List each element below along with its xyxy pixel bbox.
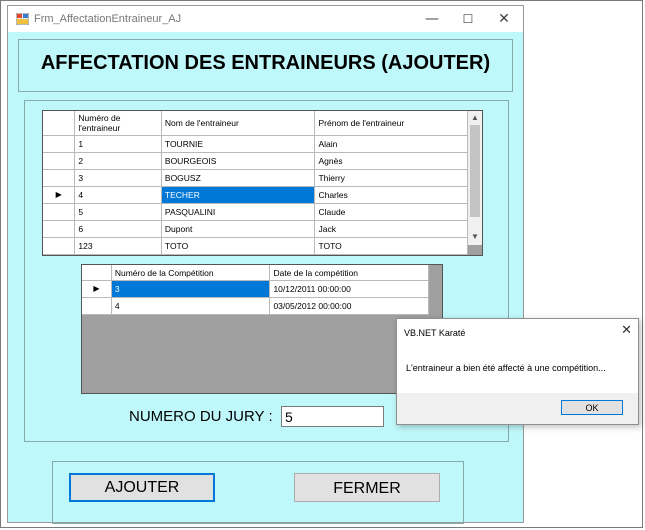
cell-numero-competition-selected[interactable]: 3 <box>111 280 271 298</box>
row-header[interactable] <box>43 203 76 221</box>
message-dialog: VB.NET Karaté ✕ L'entraineur a bien été … <box>396 318 639 425</box>
maximize-button[interactable]: ☐ <box>456 10 480 28</box>
jury-label: NUMERO DU JURY : <box>129 408 273 425</box>
minimize-button[interactable]: — <box>420 10 444 28</box>
column-header-numero-competition[interactable]: Numéro de la Compétition <box>111 265 271 281</box>
row-header[interactable] <box>43 152 76 170</box>
scroll-down-icon[interactable]: ▼ <box>468 231 482 243</box>
actions-group: AJOUTER FERMER <box>52 461 464 524</box>
dialog-close-icon[interactable]: ✕ <box>621 323 632 338</box>
header-panel: AFFECTATION DES ENTRAINEURS (AJOUTER) <box>18 39 513 92</box>
row-header-corner <box>82 265 112 281</box>
current-row-marker-icon[interactable]: ▶ <box>43 186 76 204</box>
row-header[interactable] <box>43 237 76 255</box>
cell-nom[interactable]: PASQUALINI <box>161 203 316 221</box>
table-row[interactable]: 123 TOTO TOTO <box>43 237 468 255</box>
dialog-message: L'entraineur a bien été affecté à une co… <box>406 363 606 373</box>
cell-nom[interactable]: BOURGEOIS <box>161 152 316 170</box>
trainers-vertical-scrollbar[interactable]: ▲ ▼ <box>468 111 482 245</box>
scroll-up-icon[interactable]: ▲ <box>468 112 482 124</box>
table-row[interactable]: 3 BOGUSZ Thierry <box>43 169 468 187</box>
trainers-header-row: Numéro de l'entraineur Nom de l'entraine… <box>43 111 468 136</box>
column-header-date-competition[interactable]: Date de la compétition <box>269 265 429 281</box>
cell-numero[interactable]: 123 <box>74 237 162 255</box>
row-header[interactable] <box>43 220 76 238</box>
window-title: Frm_AffectationEntraineur_AJ <box>34 13 182 25</box>
dialog-footer: OK <box>397 393 638 424</box>
table-row[interactable]: 6 Dupont Jack <box>43 220 468 238</box>
cell-prenom[interactable]: Alain <box>314 135 468 153</box>
screen-frame: Frm_AffectationEntraineur_AJ — ☐ ✕ AFFEC… <box>0 0 643 528</box>
cell-nom[interactable]: Dupont <box>161 220 316 238</box>
main-window: Frm_AffectationEntraineur_AJ — ☐ ✕ AFFEC… <box>7 5 524 524</box>
table-row[interactable]: 2 BOURGEOIS Agnès <box>43 152 468 170</box>
cell-numero[interactable]: 1 <box>74 135 162 153</box>
cell-nom[interactable]: TOURNIE <box>161 135 316 153</box>
page-title: AFFECTATION DES ENTRAINEURS (AJOUTER) <box>40 52 491 74</box>
cell-numero[interactable]: 3 <box>74 169 162 187</box>
row-header[interactable] <box>43 135 76 153</box>
cell-prenom[interactable]: Jack <box>314 220 468 238</box>
fermer-button[interactable]: FERMER <box>294 473 440 502</box>
table-row-selected[interactable]: ▶ 3 10/12/2011 00:00:00 <box>82 280 429 298</box>
competitions-grid[interactable]: Numéro de la Compétition Date de la comp… <box>81 264 443 394</box>
cell-prenom[interactable]: Agnès <box>314 152 468 170</box>
row-header[interactable] <box>43 169 76 187</box>
cell-prenom[interactable]: Thierry <box>314 169 468 187</box>
cell-numero[interactable]: 2 <box>74 152 162 170</box>
cell-numero-competition[interactable]: 4 <box>111 297 271 315</box>
scrollbar-thumb[interactable] <box>470 125 480 217</box>
trainers-grid[interactable]: Numéro de l'entraineur Nom de l'entraine… <box>42 110 483 256</box>
row-header[interactable] <box>82 297 112 315</box>
table-row[interactable]: 5 PASQUALINI Claude <box>43 203 468 221</box>
cell-date-competition[interactable]: 03/05/2012 00:00:00 <box>269 297 429 315</box>
competitions-header-row: Numéro de la Compétition Date de la comp… <box>82 265 429 281</box>
column-header-numero[interactable]: Numéro de l'entraineur <box>74 111 162 136</box>
current-row-marker-icon[interactable]: ▶ <box>82 280 112 298</box>
column-header-nom[interactable]: Nom de l'entraineur <box>161 111 316 136</box>
ok-button[interactable]: OK <box>561 400 623 415</box>
cell-prenom[interactable]: Claude <box>314 203 468 221</box>
table-row[interactable]: 1 TOURNIE Alain <box>43 135 468 153</box>
cell-nom-selected[interactable]: TECHER <box>161 186 316 204</box>
cell-nom[interactable]: TOTO <box>161 237 316 255</box>
cell-numero[interactable]: 4 <box>74 186 162 204</box>
table-row-selected[interactable]: ▶ 4 TECHER Charles <box>43 186 468 204</box>
cell-numero[interactable]: 5 <box>74 203 162 221</box>
app-icon <box>16 13 29 25</box>
dialog-title: VB.NET Karaté <box>404 328 466 338</box>
table-row[interactable]: 4 03/05/2012 00:00:00 <box>82 297 429 315</box>
row-header-corner <box>43 111 76 136</box>
column-header-prenom[interactable]: Prénom de l'entraineur <box>314 111 468 136</box>
cell-date-competition[interactable]: 10/12/2011 00:00:00 <box>269 280 429 298</box>
cell-prenom[interactable]: TOTO <box>314 237 468 255</box>
jury-number-input[interactable]: 5 <box>281 406 384 427</box>
cell-numero[interactable]: 6 <box>74 220 162 238</box>
cell-nom[interactable]: BOGUSZ <box>161 169 316 187</box>
title-bar[interactable]: Frm_AffectationEntraineur_AJ — ☐ ✕ <box>8 6 523 32</box>
cell-prenom[interactable]: Charles <box>314 186 468 204</box>
close-button[interactable]: ✕ <box>492 10 516 28</box>
ajouter-button[interactable]: AJOUTER <box>69 473 215 502</box>
